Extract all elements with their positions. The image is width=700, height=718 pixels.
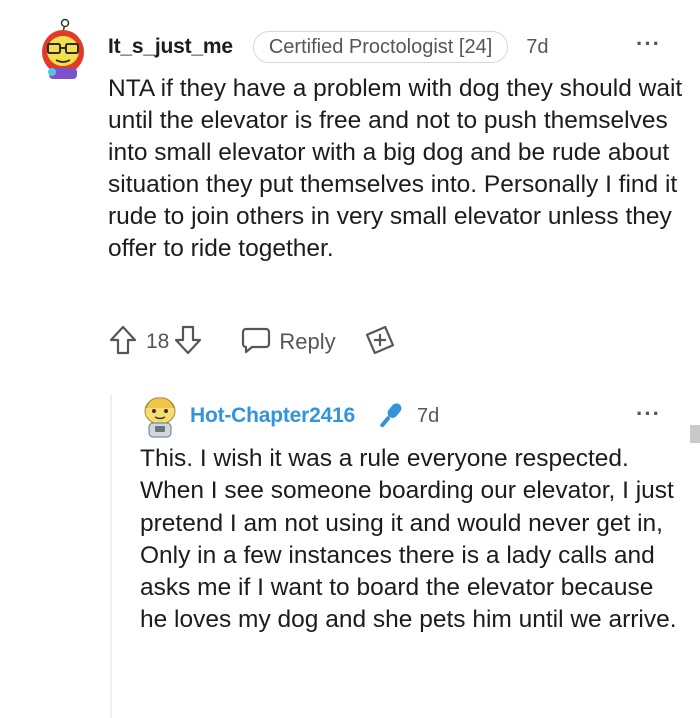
comment-header: It_s_just_me Certified Proctologist [24]…: [108, 30, 549, 64]
reply-icon: [241, 326, 271, 359]
comment-body: NTA if they have a problem with dog they…: [108, 75, 683, 262]
comment-header: Hot-Chapter2416 7d: [190, 400, 439, 432]
comment-body: This. I wish it was a rule everyone resp…: [140, 445, 677, 634]
vote-score: 18: [146, 330, 170, 353]
username[interactable]: It_s_just_me: [108, 35, 233, 59]
timestamp[interactable]: 7d: [417, 405, 439, 428]
reply-button[interactable]: Reply: [241, 326, 336, 359]
comment-parent: It_s_just_me Certified Proctologist [24]…: [0, 0, 700, 380]
username[interactable]: Hot-Chapter2416: [190, 404, 355, 428]
user-avatar[interactable]: [140, 395, 180, 439]
award-button[interactable]: [364, 324, 396, 361]
comment-reply: Hot-Chapter2416 7d ··· This. I wish it w…: [0, 390, 700, 718]
user-avatar[interactable]: [37, 18, 89, 80]
more-icon[interactable]: ···: [636, 401, 661, 427]
microphone-icon: [373, 401, 407, 431]
comment-actions: 18 Reply: [108, 322, 396, 362]
reply-label: Reply: [279, 329, 336, 354]
user-flair: Certified Proctologist [24]: [252, 31, 509, 63]
upvote-icon[interactable]: [108, 324, 138, 361]
timestamp[interactable]: 7d: [526, 36, 548, 59]
award-icon: [364, 324, 396, 361]
more-icon[interactable]: ···: [636, 31, 661, 57]
downvote-icon[interactable]: [173, 324, 203, 361]
